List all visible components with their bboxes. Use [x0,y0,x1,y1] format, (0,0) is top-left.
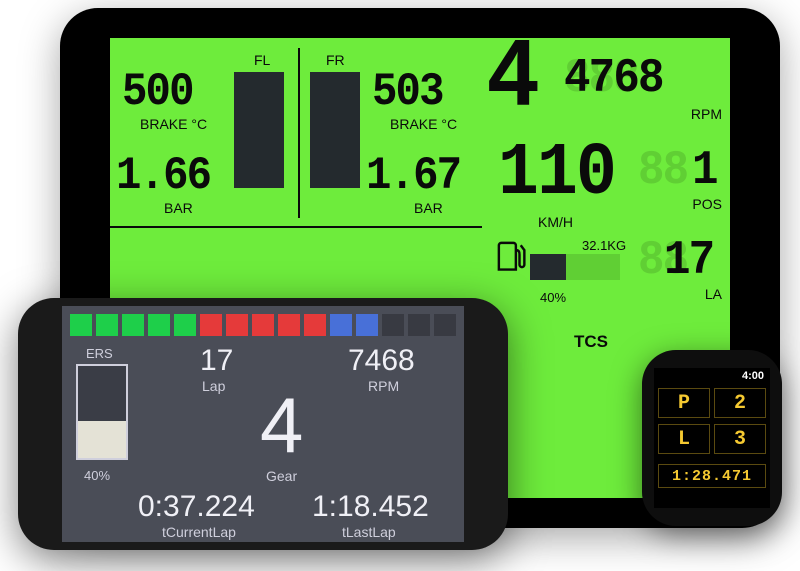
iphone-device: ERS 40% 17 Lap 7468 RPM 4 Gear 0:37.224 … [18,298,508,550]
watch-lap-label: L [658,424,710,454]
brake-fr-label: FR [326,52,345,68]
tcurrent-label: tCurrentLap [162,524,236,540]
watch-row-2: L 3 [658,424,766,454]
tcurrent-value: 0:37.224 [138,490,255,524]
fuel-weight: 32.1KG [582,238,626,253]
rpm-led [304,314,326,336]
ers-fill [78,421,126,458]
phone-rpm-label: RPM [368,378,399,394]
rpm-led [200,314,222,336]
speed-value: 110 [498,132,615,216]
rpm-led [330,314,352,336]
rpm-led [96,314,118,336]
brake-fl-label: FL [254,52,270,68]
brake-fl-bar-unit: BAR [164,200,193,216]
fuel-percent: 40% [540,290,566,305]
watch-dashboard: 4:00 P 2 L 3 1:28.471 [654,368,770,508]
ers-empty [78,366,126,421]
iphone-dashboard: ERS 40% 17 Lap 7468 RPM 4 Gear 0:37.224 … [62,306,464,542]
divider-vertical [298,48,300,218]
phone-gear-label: Gear [266,468,297,484]
watch-pos-label: P [658,388,710,418]
tlast-value: 1:18.452 [312,490,429,524]
rpm-label: RPM [691,106,722,122]
rpm-led [278,314,300,336]
rpm-led [356,314,378,336]
brake-fr-bar-unit: BAR [414,200,443,216]
ers-label: ERS [86,346,113,361]
rpm-led [382,314,404,336]
gear-display: 4 [486,38,538,135]
brake-fr-temp: 503 [372,66,443,118]
brake-fl-pressure: 1.66 [116,150,210,202]
rpm-led [148,314,170,336]
watch-clock: 4:00 [742,370,764,382]
rpm-value: 4768 [564,52,663,106]
pos-ghost: 88 [638,144,687,198]
brake-fr-temp-unit: BRAKE °C [390,116,457,132]
lap-label: LA [705,286,722,302]
rpm-led [408,314,430,336]
lap-value: 17 [664,234,713,288]
tlast-label: tLastLap [342,524,396,540]
brake-fr-bar [310,72,360,188]
rpm-led [122,314,144,336]
tcs-label: TCS [574,332,608,352]
brake-fl-temp: 500 [122,66,193,118]
ers-gauge [76,364,128,460]
phone-rpm-value: 7468 [348,344,415,378]
watch-row-1: P 2 [658,388,766,418]
rpm-led [70,314,92,336]
rpm-led-bar [62,306,464,340]
brake-fl-temp-unit: BRAKE °C [140,116,207,132]
brake-fl-bar [234,72,284,188]
divider-horizontal [110,226,482,228]
rpm-led [174,314,196,336]
phone-lap-label: Lap [202,378,225,394]
watch-lap-value: 3 [714,424,766,454]
speed-label: KM/H [538,214,573,230]
rpm-led [226,314,248,336]
brake-fr-pressure: 1.67 [366,150,460,202]
fuel-icon [496,238,526,272]
ers-percent: 40% [84,468,110,483]
rpm-led [252,314,274,336]
watch-device: 4:00 P 2 L 3 1:28.471 [642,350,782,526]
phone-lap-value: 17 [200,344,233,378]
phone-gear-value: 4 [260,380,303,471]
watch-pos-value: 2 [714,388,766,418]
watch-laptime: 1:28.471 [658,464,766,488]
fuel-bar-fill [530,254,566,280]
rpm-led [434,314,456,336]
pos-value: 1 [692,144,717,198]
pos-label: POS [692,196,722,212]
